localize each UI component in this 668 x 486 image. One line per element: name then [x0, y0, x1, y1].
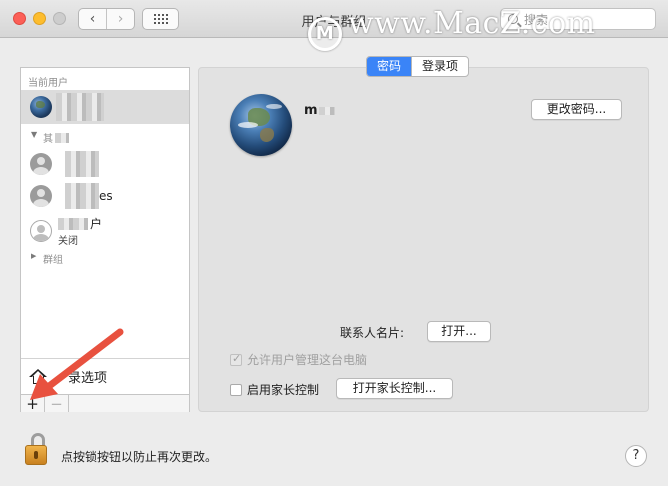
groups-header: 群组 [43, 255, 63, 266]
change-password-button[interactable]: 更改密码... [531, 99, 622, 120]
current-users-header: 当前用户 [28, 78, 68, 89]
user-avatar-large[interactable] [230, 94, 292, 156]
user-row-3[interactable]: 户 关闭 [21, 214, 189, 248]
avatar [30, 153, 52, 175]
user-status: 关闭 [58, 236, 78, 247]
allow-admin-checkbox[interactable] [230, 352, 242, 366]
lock-icon[interactable] [22, 433, 52, 467]
tab-password[interactable]: 密码 [367, 57, 412, 76]
open-parental-controls-button[interactable]: 打开家长控制... [336, 378, 453, 399]
user-row-2[interactable]: es [21, 182, 189, 210]
redacted-name [56, 93, 104, 121]
help-button[interactable]: ? [625, 445, 647, 467]
redacted-name [65, 183, 99, 209]
user-row-1[interactable] [21, 150, 189, 178]
allow-admin-row: 允许用户管理这台电脑 [230, 351, 367, 368]
disclosure-triangle-icon[interactable]: ▼ [31, 130, 37, 139]
user-row-current[interactable] [21, 90, 189, 124]
user-name: m [304, 103, 335, 118]
parental-control-checkbox[interactable] [230, 383, 242, 396]
parental-control-row: 启用家长控制 [230, 381, 319, 398]
tab-login-items[interactable]: 登录项 [411, 57, 468, 76]
redacted-name [58, 217, 88, 230]
watermark-logo: M [308, 17, 342, 51]
title-bar: ‹ › 用户与群组 搜索 Mwww.MacZ.com [0, 0, 668, 51]
lock-hint-text: 点按锁按钮以防止再次更改。 [61, 450, 218, 464]
open-contact-card-button[interactable]: 打开... [427, 321, 491, 342]
avatar [30, 185, 52, 207]
tab-bar: 密码 登录项 [366, 56, 470, 77]
redacted-name [318, 106, 335, 115]
watermark: Mwww.MacZ.com [308, 6, 596, 51]
parental-control-label: 启用家长控制 [247, 383, 320, 397]
other-users-header: 其 [43, 130, 69, 145]
annotation-arrow [30, 328, 124, 400]
avatar [30, 220, 52, 242]
allow-admin-label: 允许用户管理这台电脑 [247, 353, 368, 367]
contact-card-label: 联系人名片: [340, 326, 405, 340]
avatar [30, 96, 52, 118]
redacted-name [65, 151, 99, 177]
watermark-text: www.MacZ.com [348, 6, 596, 41]
disclosure-triangle-icon[interactable]: ▶ [31, 252, 36, 260]
